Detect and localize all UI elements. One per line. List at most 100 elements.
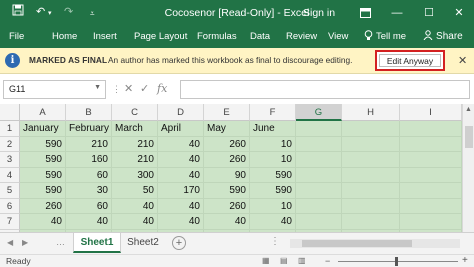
cancel-icon[interactable]: ✕ (124, 82, 133, 95)
cell-h1[interactable] (342, 121, 400, 137)
column-header-i[interactable]: I (400, 104, 462, 121)
cell-g4[interactable] (296, 167, 342, 183)
zoom-slider-track[interactable] (338, 261, 458, 262)
fx-icon[interactable]: fx (157, 82, 167, 95)
close-icon[interactable]: ✕ (458, 54, 467, 67)
chevron-down-icon[interactable]: ▼ (94, 84, 101, 91)
cell-e4[interactable]: 90 (204, 167, 250, 183)
cell-a3[interactable]: 590 (20, 152, 66, 168)
cell-h6[interactable] (342, 198, 400, 214)
redo-icon[interactable]: ↷ (64, 4, 73, 20)
cell-b7[interactable]: 40 (66, 214, 112, 230)
cell-f7[interactable]: 40 (250, 214, 296, 230)
split-handle-icon[interactable]: ⋮ (270, 236, 280, 247)
tab-view[interactable]: View (328, 30, 348, 44)
cell-h3[interactable] (342, 152, 400, 168)
minimize-icon[interactable]: — (382, 0, 412, 26)
cell-f2[interactable]: 10 (250, 136, 296, 152)
cell-c6[interactable]: 40 (112, 198, 158, 214)
cell-e1[interactable]: May (204, 121, 250, 137)
cell-b2[interactable]: 210 (66, 136, 112, 152)
zoom-slider-handle[interactable] (395, 257, 398, 266)
cell-h5[interactable] (342, 183, 400, 199)
column-header-c[interactable]: C (112, 104, 158, 121)
undo-icon[interactable]: ↶ (36, 4, 45, 20)
column-header-e[interactable]: E (204, 104, 250, 121)
cell-g5[interactable] (296, 183, 342, 199)
cell-b1[interactable]: February (66, 121, 112, 137)
zoom-in-button[interactable]: + (462, 255, 468, 266)
cell-d5[interactable]: 170 (158, 183, 204, 199)
column-header-b[interactable]: B (66, 104, 112, 121)
cell-d4[interactable]: 40 (158, 167, 204, 183)
formula-input[interactable] (180, 80, 470, 99)
scroll-thumb[interactable] (465, 126, 473, 148)
ribbon-display-icon[interactable] (350, 0, 380, 26)
cell-i5[interactable] (400, 183, 462, 199)
cell-c5[interactable]: 50 (112, 183, 158, 199)
enter-icon[interactable]: ✓ (140, 82, 149, 95)
more-sheets-icon[interactable]: … (56, 237, 65, 247)
scroll-up-icon[interactable]: ▲ (465, 106, 472, 113)
cell-c2[interactable]: 210 (112, 136, 158, 152)
tab-file[interactable]: File (9, 30, 24, 44)
cell-i2[interactable] (400, 136, 462, 152)
cell-d6[interactable]: 40 (158, 198, 204, 214)
share-button[interactable]: Share (412, 26, 474, 48)
cell-d2[interactable]: 40 (158, 136, 204, 152)
cell-a5[interactable]: 590 (20, 183, 66, 199)
normal-view-icon[interactable]: ▦ (262, 256, 270, 265)
tab-home[interactable]: Home (52, 30, 77, 44)
row-header-3[interactable]: 3 (0, 152, 20, 168)
cell-d7[interactable]: 40 (158, 214, 204, 230)
maximize-icon[interactable]: ☐ (414, 0, 444, 26)
cell-f6[interactable]: 10 (250, 198, 296, 214)
page-break-view-icon[interactable]: ▥ (298, 256, 306, 265)
name-box[interactable]: G11 ▼ (3, 80, 106, 99)
close-icon[interactable]: ✕ (444, 0, 474, 26)
cell-e7[interactable]: 40 (204, 214, 250, 230)
row-header-7[interactable]: 7 (0, 214, 20, 230)
horizontal-scroll-thumb[interactable] (302, 240, 412, 247)
zoom-out-button[interactable]: − (325, 256, 330, 266)
cell-b5[interactable]: 30 (66, 183, 112, 199)
select-all-corner[interactable] (0, 104, 20, 121)
row-header-4[interactable]: 4 (0, 167, 20, 183)
cell-e2[interactable]: 260 (204, 136, 250, 152)
row-header-1[interactable]: 1 (0, 121, 20, 137)
cell-a7[interactable]: 40 (20, 214, 66, 230)
cell-d3[interactable]: 40 (158, 152, 204, 168)
cell-e6[interactable]: 260 (204, 198, 250, 214)
cell-i4[interactable] (400, 167, 462, 183)
cell-a6[interactable]: 260 (20, 198, 66, 214)
page-layout-view-icon[interactable]: ▤ (280, 256, 288, 265)
cell-c7[interactable]: 40 (112, 214, 158, 230)
tab-formulas[interactable]: Formulas (197, 30, 237, 44)
cell-g1[interactable] (296, 121, 342, 137)
cell-f4[interactable]: 590 (250, 167, 296, 183)
scroll-left-icon[interactable]: ◀ (7, 238, 13, 247)
cell-e5[interactable]: 590 (204, 183, 250, 199)
row-header-5[interactable]: 5 (0, 183, 20, 199)
cell-b3[interactable]: 160 (66, 152, 112, 168)
tell-me-box[interactable]: Tell me (376, 30, 406, 44)
column-header-a[interactable]: A (20, 104, 66, 121)
cell-i1[interactable] (400, 121, 462, 137)
tab-review[interactable]: Review (286, 30, 317, 44)
sheet-tab-sheet1[interactable]: Sheet1 (73, 233, 121, 253)
cell-b4[interactable]: 60 (66, 167, 112, 183)
row-header-6[interactable]: 6 (0, 198, 20, 214)
cell-f3[interactable]: 10 (250, 152, 296, 168)
vertical-scrollbar[interactable]: ▲ (462, 104, 474, 232)
column-header-h[interactable]: H (342, 104, 400, 121)
cell-g7[interactable] (296, 214, 342, 230)
cell-h4[interactable] (342, 167, 400, 183)
cell-a2[interactable]: 590 (20, 136, 66, 152)
cell-i7[interactable] (400, 214, 462, 230)
scroll-right-icon[interactable]: ▶ (22, 238, 28, 247)
cell-g6[interactable] (296, 198, 342, 214)
cell-c3[interactable]: 210 (112, 152, 158, 168)
cell-i3[interactable] (400, 152, 462, 168)
save-icon[interactable] (12, 4, 24, 21)
cell-i6[interactable] (400, 198, 462, 214)
